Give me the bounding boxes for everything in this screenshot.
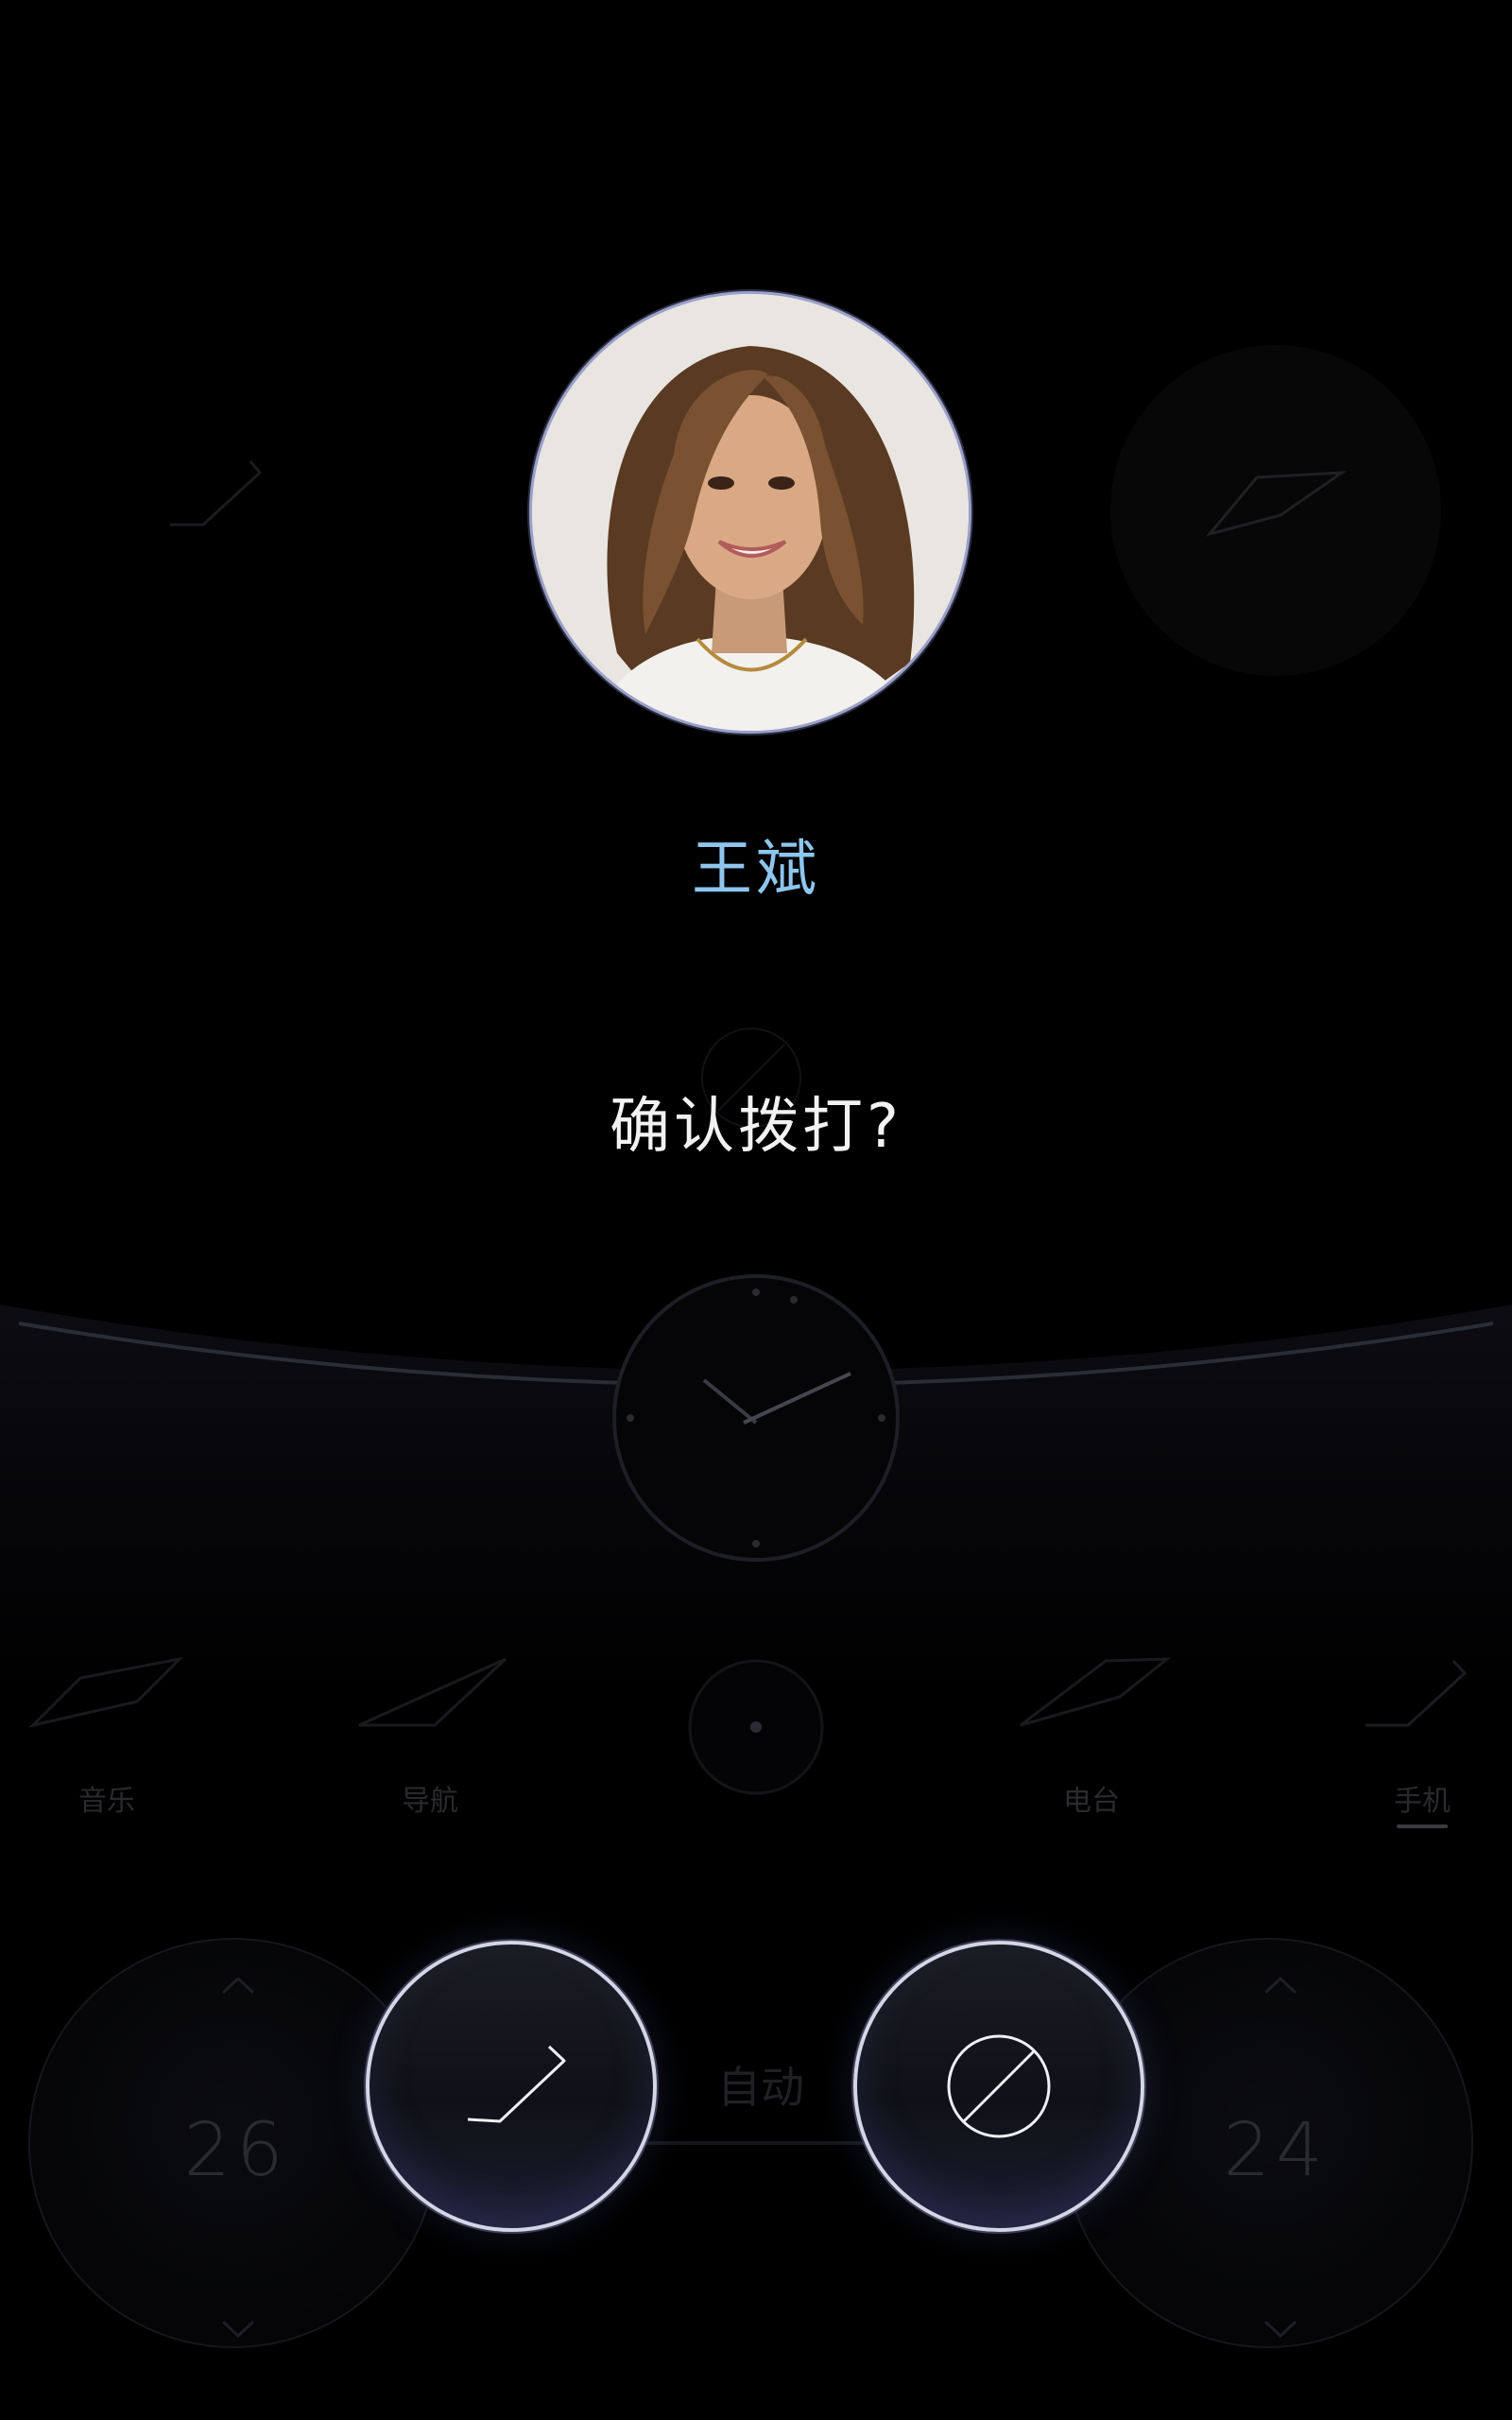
- radio-icon: [1020, 1657, 1172, 1727]
- cancel-slash-icon: [947, 2034, 1051, 2138]
- navigation-icon: [358, 1657, 507, 1727]
- confirm-call-button[interactable]: [366, 1941, 657, 2232]
- home-dot-icon: [688, 1659, 824, 1795]
- chevron-down-icon[interactable]: [219, 2318, 257, 2341]
- clock-icon: [612, 1274, 900, 1562]
- contact-avatar: [529, 291, 971, 734]
- nav-label-phone[interactable]: 手机: [1347, 1777, 1498, 1819]
- nav-label-radio[interactable]: 电台: [1016, 1777, 1167, 1819]
- phone-handset-icon: [467, 2045, 566, 2123]
- music-icon: [28, 1656, 184, 1728]
- contact-name: 王斌: [692, 835, 820, 905]
- chevron-down-icon[interactable]: [1262, 2318, 1299, 2341]
- cancel-call-button[interactable]: [853, 1941, 1144, 2232]
- right-temperature-value: 24: [1223, 2108, 1329, 2193]
- navigation-icon: [1205, 471, 1348, 537]
- climate-mode-label[interactable]: 自动: [666, 2053, 855, 2116]
- left-temperature-value: 26: [183, 2108, 289, 2193]
- nav-label-music[interactable]: 音乐: [31, 1777, 182, 1819]
- chevron-up-icon[interactable]: [219, 1974, 257, 1996]
- nav-active-indicator: [1397, 1824, 1448, 1828]
- phone-icon: [170, 460, 263, 527]
- chevron-up-icon[interactable]: [1262, 1974, 1299, 1996]
- climate-mode-underline: [643, 2141, 869, 2145]
- phone-icon: [1366, 1659, 1468, 1727]
- nav-label-navigation[interactable]: 导航: [354, 1777, 506, 1819]
- confirm-call-prompt: 确认拨打?: [610, 1092, 902, 1162]
